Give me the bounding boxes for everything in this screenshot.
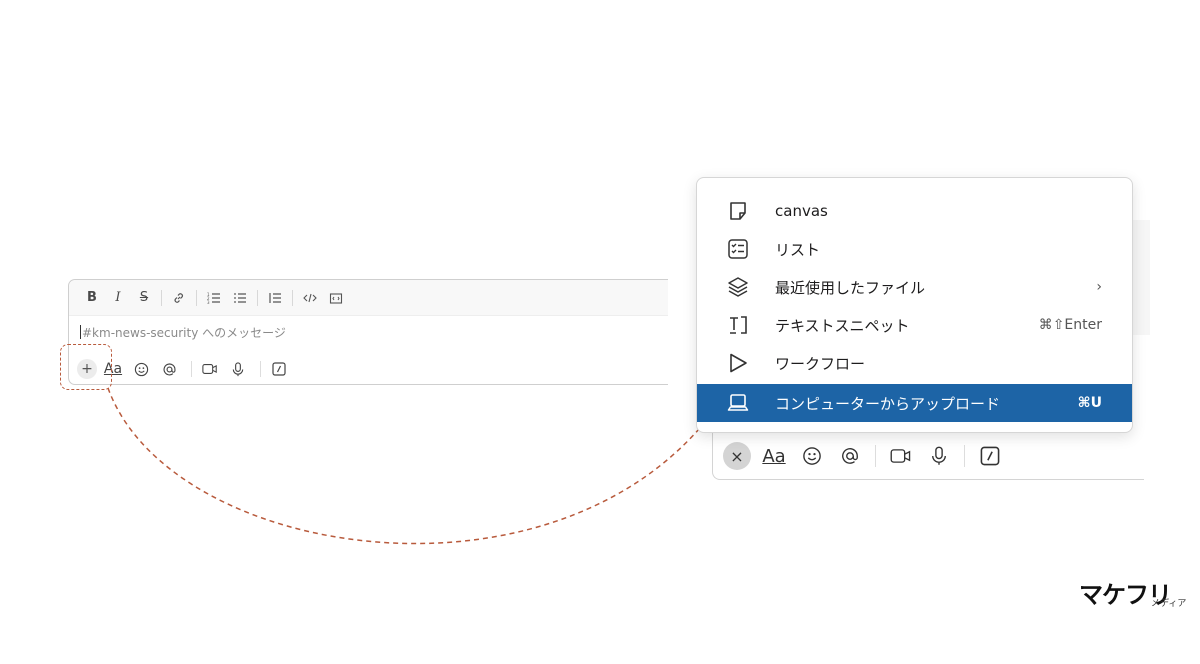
strikethrough-button[interactable]: S	[131, 286, 157, 310]
menu-item-list[interactable]: リスト	[697, 230, 1132, 268]
video-icon[interactable]	[886, 442, 916, 470]
close-button[interactable]: ×	[723, 442, 751, 470]
link-icon[interactable]	[166, 286, 192, 310]
menu-item-label: canvas	[775, 202, 828, 220]
menu-item-label: 最近使用したファイル	[775, 278, 926, 297]
bold-button[interactable]: B	[79, 286, 105, 310]
layers-icon	[725, 274, 751, 300]
emoji-icon[interactable]	[797, 442, 827, 470]
code-block-icon[interactable]	[323, 286, 349, 310]
italic-button[interactable]: I	[105, 286, 131, 310]
shortcut-icon[interactable]	[975, 442, 1005, 470]
microphone-icon[interactable]	[226, 358, 250, 380]
shortcut-label: ⌘U	[1077, 395, 1102, 411]
microphone-icon[interactable]	[924, 442, 954, 470]
divider	[875, 445, 876, 467]
divider	[964, 445, 965, 467]
divider	[260, 361, 261, 377]
message-composer[interactable]: B I S 123 #km-news-security へのメッセージ + Aa	[68, 279, 668, 385]
menu-item-label: コンピューターからアップロード	[775, 394, 1001, 413]
divider	[191, 361, 192, 377]
placeholder-text: #km-news-security へのメッセージ	[82, 326, 286, 340]
menu-item-text-snippet[interactable]: テキストスニペット ⌘⇧Enter	[697, 306, 1132, 344]
menu-item-label: テキストスニペット	[775, 316, 910, 335]
annotation-highlight	[60, 344, 112, 390]
attach-menu: canvas リスト 最近使用したファイル › テキストスニペット ⌘⇧Ente…	[696, 177, 1133, 433]
mention-icon[interactable]	[157, 358, 181, 380]
message-input[interactable]: #km-news-security へのメッセージ	[80, 324, 286, 341]
mention-icon[interactable]	[835, 442, 865, 470]
svg-text:3: 3	[207, 300, 210, 305]
site-logo-subtitle: メディア	[1151, 599, 1187, 609]
shortcut-icon[interactable]	[267, 358, 291, 380]
formatting-toolbar: B I S 123	[69, 280, 668, 316]
divider	[292, 289, 293, 306]
menu-item-recent-files[interactable]: 最近使用したファイル ›	[697, 268, 1132, 306]
list-icon	[725, 236, 751, 262]
laptop-icon	[725, 390, 751, 416]
snippet-icon	[725, 312, 751, 338]
code-icon[interactable]	[297, 286, 323, 310]
menu-item-label: リスト	[775, 240, 821, 259]
quote-icon[interactable]	[262, 286, 288, 310]
divider	[257, 289, 258, 306]
background-panel	[1130, 220, 1150, 335]
formatting-toggle-button[interactable]: Aa	[759, 442, 789, 470]
emoji-icon[interactable]	[129, 358, 153, 380]
composer-actions: × Aa	[723, 442, 1013, 470]
menu-item-workflow[interactable]: ワークフロー	[697, 344, 1132, 382]
play-icon	[725, 350, 751, 376]
menu-item-upload-from-computer[interactable]: コンピューターからアップロード ⌘U	[697, 384, 1132, 422]
canvas-icon	[725, 198, 751, 224]
menu-item-canvas[interactable]: canvas	[697, 192, 1132, 230]
ordered-list-icon[interactable]: 123	[201, 286, 227, 310]
shortcut-label: ⌘⇧Enter	[1038, 317, 1102, 333]
bullet-list-icon[interactable]	[227, 286, 253, 310]
video-icon[interactable]	[198, 358, 222, 380]
divider	[161, 289, 162, 306]
chevron-right-icon: ›	[1096, 279, 1102, 295]
divider	[196, 289, 197, 306]
menu-item-label: ワークフロー	[775, 354, 866, 373]
